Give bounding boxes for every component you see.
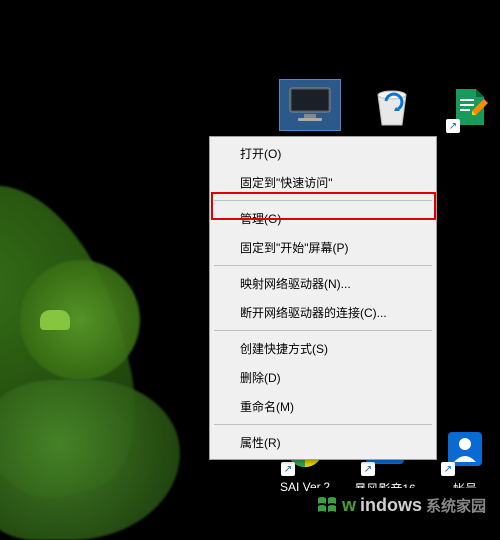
badge-prefix: w [342, 495, 356, 516]
shortcut-arrow-icon: ↗ [281, 462, 295, 476]
menu-separator [214, 424, 432, 425]
menu-item-pin-quick-access[interactable]: 固定到"快速访问" [212, 168, 434, 197]
menu-separator [214, 200, 432, 201]
menu-item-manage[interactable]: 管理(G) [212, 204, 434, 233]
context-menu: 打开(O) 固定到"快速访问" 管理(G) 固定到"开始"屏幕(P) 映射网络驱… [209, 136, 437, 460]
desktop-icon-account[interactable]: ↗ 帐号 [430, 428, 500, 497]
desktop-icon-file-edit[interactable]: ↗ [435, 85, 500, 137]
document-edit-icon: ↗ [446, 85, 494, 133]
menu-item-properties[interactable]: 属性(R) [212, 428, 434, 457]
menu-item-create-shortcut[interactable]: 创建快捷方式(S) [212, 334, 434, 363]
shortcut-arrow-icon: ↗ [361, 462, 375, 476]
menu-separator [214, 330, 432, 331]
wallpaper-shape [0, 380, 180, 540]
menu-item-delete[interactable]: 删除(D) [212, 363, 434, 392]
badge-brand: indows [360, 495, 422, 516]
wallpaper-shape [20, 260, 140, 380]
wallpaper-detail [40, 310, 70, 330]
menu-item-map-drive[interactable]: 映射网络驱动器(N)... [212, 269, 434, 298]
badge-suffix: 系统家园 [426, 495, 486, 516]
shortcut-arrow-icon: ↗ [441, 462, 455, 476]
menu-item-open[interactable]: 打开(O) [212, 139, 434, 168]
menu-item-disconnect-drive[interactable]: 断开网络驱动器的连接(C)... [212, 298, 434, 327]
menu-item-pin-start[interactable]: 固定到"开始"屏幕(P) [212, 233, 434, 262]
desktop-icon-recycle-bin[interactable] [357, 85, 427, 137]
menu-item-rename[interactable]: 重命名(M) [212, 392, 434, 421]
monitor-icon [280, 80, 340, 130]
shortcut-arrow-icon: ↗ [446, 119, 460, 133]
menu-separator [214, 265, 432, 266]
windows-flag-icon [316, 494, 338, 516]
site-badge: windows系统家园 [308, 488, 500, 522]
recycle-bin-icon [368, 85, 416, 133]
user-icon: ↗ [441, 428, 489, 476]
desktop-icon-this-pc[interactable] [275, 80, 345, 134]
